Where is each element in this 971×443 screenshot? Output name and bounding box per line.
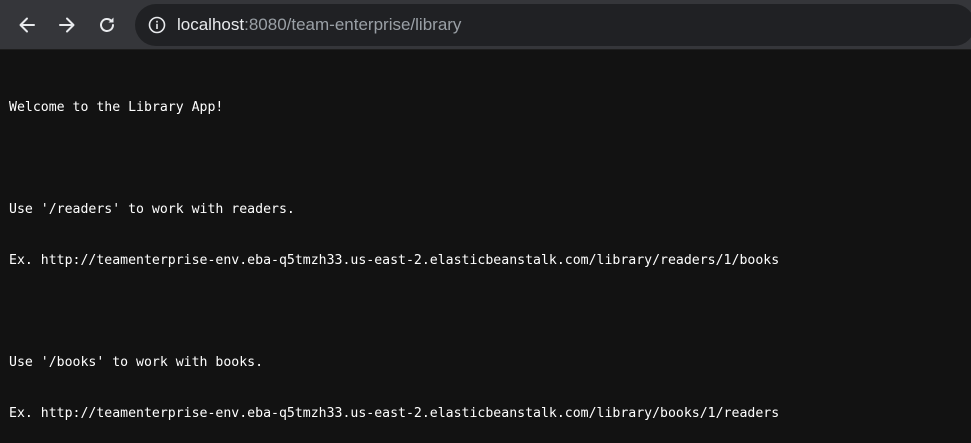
response-text: Welcome to the Library App! Use '/reader… (9, 65, 779, 443)
info-icon[interactable] (148, 16, 166, 34)
page-content: Welcome to the Library App! Use '/reader… (0, 51, 971, 443)
back-button[interactable] (11, 9, 43, 41)
forward-button[interactable] (51, 9, 83, 41)
url-text[interactable]: localhost:8080/team-enterprise/library (177, 14, 461, 36)
welcome-line: Welcome to the Library App! (9, 100, 224, 115)
books-usage-line: Use '/books' to work with books. (9, 355, 264, 370)
address-bar[interactable]: localhost:8080/team-enterprise/library (135, 4, 971, 46)
arrow-right-icon (59, 17, 75, 33)
readers-usage-line: Use '/readers' to work with readers. (9, 202, 295, 217)
reload-icon (100, 17, 114, 32)
reload-button[interactable] (91, 9, 123, 41)
browser-toolbar: localhost:8080/team-enterprise/library (0, 0, 971, 50)
books-example-line: Ex. http://teamenterprise-env.eba-q5tmzh… (9, 406, 780, 421)
readers-example-line: Ex. http://teamenterprise-env.eba-q5tmzh… (9, 253, 780, 268)
arrow-left-icon (19, 17, 35, 33)
browser-window: localhost:8080/team-enterprise/library W… (0, 0, 971, 443)
url-path: :8080/team-enterprise/library (244, 15, 462, 34)
url-host: localhost (177, 15, 245, 34)
